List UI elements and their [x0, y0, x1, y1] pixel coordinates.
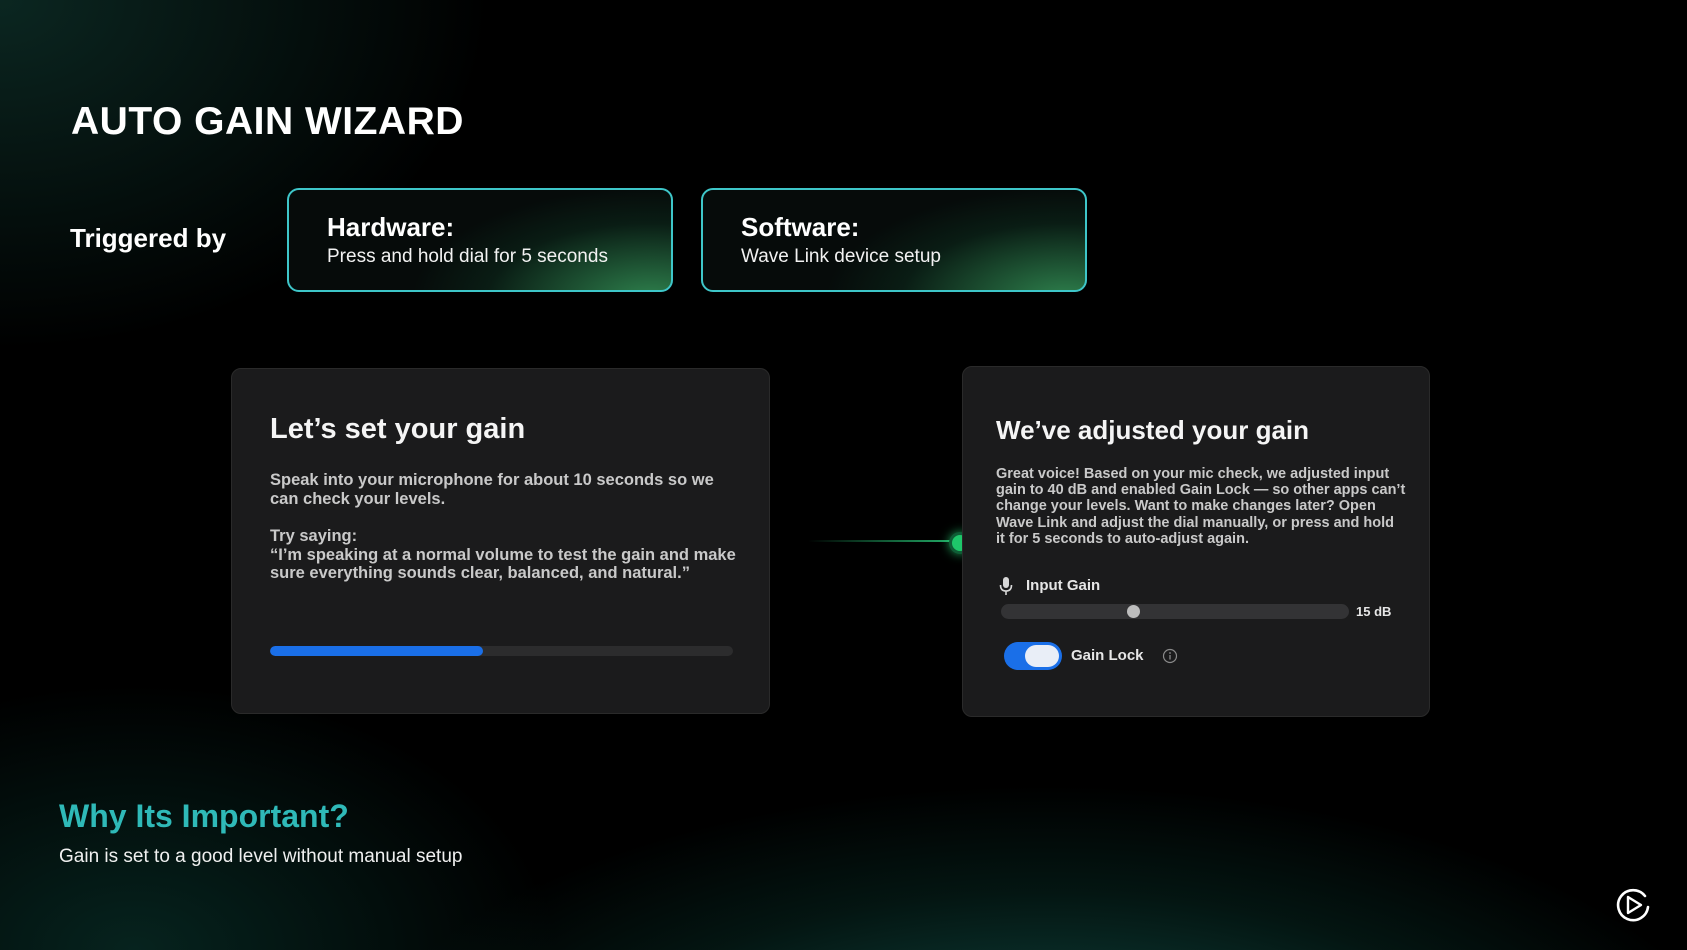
- setup-gain-panel: Let’s set your gain Speak into your micr…: [231, 368, 770, 714]
- why-important-desc: Gain is set to a good level without manu…: [59, 846, 463, 867]
- input-gain-slider-thumb[interactable]: [1127, 605, 1141, 618]
- setup-panel-title: Let’s set your gain: [270, 413, 526, 445]
- input-gain-value: 15 dB: [1356, 604, 1392, 619]
- try-saying-quote: “I’m speaking at a normal volume to test…: [270, 545, 736, 583]
- trigger-hardware-desc: Press and hold dial for 5 seconds: [327, 246, 608, 267]
- microphone-icon: [999, 577, 1013, 595]
- try-saying-label: Try saying:: [270, 527, 358, 545]
- progress-fill: [270, 646, 483, 656]
- gain-lock-label: Gain Lock: [1071, 647, 1144, 664]
- why-important-title: Why Its Important?: [59, 798, 349, 834]
- input-gain-label: Input Gain: [1026, 577, 1101, 594]
- elgato-logo-icon: [1616, 888, 1650, 922]
- input-gain-slider[interactable]: [1001, 604, 1349, 619]
- setup-panel-try: Try saying: “I’m speaking at a normal vo…: [270, 527, 740, 583]
- info-icon[interactable]: [1162, 648, 1178, 664]
- gain-lock-toggle-knob: [1025, 645, 1059, 667]
- page-title: AUTO GAIN WIZARD: [71, 100, 464, 143]
- trigger-software-desc: Wave Link device setup: [741, 246, 941, 267]
- triggered-by-label: Triggered by: [70, 223, 227, 253]
- result-panel-title: We’ve adjusted your gain: [996, 415, 1310, 445]
- trigger-software-title: Software:: [741, 212, 860, 242]
- mic-check-progress-bar: [270, 646, 733, 656]
- trigger-card-hardware: Hardware: Press and hold dial for 5 seco…: [287, 188, 673, 292]
- setup-panel-body: Speak into your microphone for about 10 …: [270, 471, 714, 508]
- result-panel-body: Great voice! Based on your mic check, we…: [996, 466, 1406, 547]
- trigger-hardware-title: Hardware:: [327, 212, 455, 242]
- gain-lock-toggle[interactable]: [1004, 642, 1062, 670]
- trigger-card-software: Software: Wave Link device setup: [701, 188, 1087, 292]
- flow-connector-line: [808, 540, 960, 542]
- adjusted-gain-panel: We’ve adjusted your gain Great voice! Ba…: [962, 366, 1430, 717]
